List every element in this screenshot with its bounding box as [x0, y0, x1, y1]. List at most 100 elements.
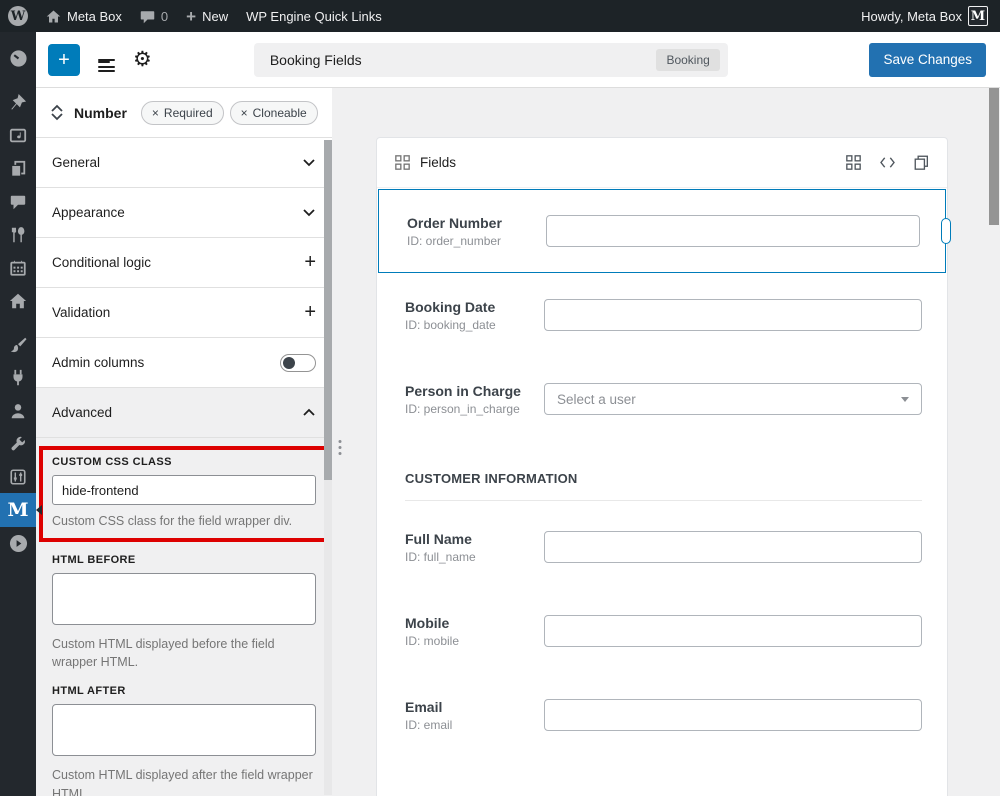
code-view-button[interactable]	[879, 156, 896, 169]
sidebar-item-wp-engine[interactable]	[0, 527, 36, 560]
comments-icon	[9, 193, 27, 211]
order-number-input[interactable]	[546, 215, 920, 247]
home-icon	[46, 9, 61, 24]
pages-icon	[9, 160, 27, 178]
custom-css-class-label: CUSTOM CSS CLASS	[52, 456, 316, 468]
fields-panel: Fields	[376, 137, 948, 796]
section-general[interactable]: General	[36, 138, 332, 188]
panel-resize-handle[interactable]	[332, 88, 348, 796]
sidebar-item-posts[interactable]	[0, 86, 36, 119]
field-row-mobile[interactable]: Mobile ID: mobile	[377, 589, 947, 673]
play-circle-icon	[9, 534, 28, 553]
preview-area: Fields	[348, 88, 988, 796]
selected-field-handle[interactable]	[941, 218, 951, 244]
sidebar-item-media[interactable]	[0, 119, 36, 152]
person-in-charge-select[interactable]: Select a user	[544, 383, 922, 415]
custom-css-class-help: Custom CSS class for the field wrapper d…	[52, 512, 316, 530]
sidebar-item-pages[interactable]	[0, 152, 36, 185]
calendar-icon	[9, 259, 27, 277]
account-menu[interactable]: Howdy, Meta Box M	[861, 6, 988, 26]
chip-required[interactable]: × Required	[141, 101, 224, 125]
html-after-textarea[interactable]	[52, 704, 316, 756]
sidebar-item-plugins[interactable]	[0, 361, 36, 394]
duplicate-icon	[914, 155, 929, 170]
wordpress-admin-screen: W Meta Box 0 + New WP Engine Quick Links…	[0, 0, 1000, 796]
dashboard-icon	[9, 49, 28, 68]
email-input[interactable]	[544, 699, 922, 731]
mobile-input[interactable]	[544, 615, 922, 647]
list-view-button[interactable]	[98, 56, 115, 63]
field-group-title: Booking Fields	[270, 52, 657, 68]
sidebar-item-dashboard[interactable]	[0, 42, 36, 75]
full-name-input[interactable]	[544, 531, 922, 563]
admin-columns-toggle[interactable]	[280, 354, 316, 372]
field-row-order-number[interactable]: Order Number ID: order_number	[378, 189, 946, 273]
field-row-full-name[interactable]: Full Name ID: full_name	[377, 505, 947, 589]
remove-icon[interactable]: ×	[152, 106, 159, 120]
sidebar-item-bookings[interactable]	[0, 251, 36, 284]
booking-date-input[interactable]	[544, 299, 922, 331]
html-before-group: HTML BEFORE Custom HTML displayed before…	[52, 554, 316, 671]
post-type-badge: Booking	[656, 49, 719, 71]
section-validation[interactable]: Validation +	[36, 288, 332, 338]
sidebar-item-comments[interactable]	[0, 185, 36, 218]
section-appearance[interactable]: Appearance	[36, 188, 332, 238]
sidebar-item-settings[interactable]	[0, 460, 36, 493]
avatar: M	[968, 6, 988, 26]
media-icon	[9, 127, 27, 145]
field-row-email[interactable]: Email ID: email	[377, 673, 947, 757]
save-changes-button[interactable]: Save Changes	[869, 43, 986, 77]
field-group-title-input[interactable]: Booking Fields Booking	[254, 43, 728, 77]
wordpress-menu[interactable]: W	[8, 6, 28, 26]
settings-gear-button[interactable]: ⚙	[133, 49, 152, 70]
custom-css-class-input[interactable]	[52, 475, 316, 505]
copy-button[interactable]	[914, 155, 929, 170]
sidebar-item-appearance[interactable]	[0, 328, 36, 361]
plus-icon: +	[304, 251, 316, 274]
sliders-icon	[9, 468, 27, 486]
sidebar-item-properties[interactable]	[0, 284, 36, 317]
section-conditional-logic[interactable]: Conditional logic +	[36, 238, 332, 288]
remove-icon[interactable]: ×	[241, 106, 248, 120]
settings-scrollbar-thumb[interactable]	[324, 140, 332, 480]
chip-cloneable[interactable]: × Cloneable	[230, 101, 318, 125]
section-admin-columns: Admin columns	[36, 338, 332, 388]
field-row-person-in-charge[interactable]: Person in Charge ID: person_in_charge Se…	[377, 357, 947, 441]
code-icon	[879, 156, 896, 169]
sidebar-item-users[interactable]	[0, 394, 36, 427]
section-advanced[interactable]: Advanced	[36, 388, 332, 438]
pushpin-icon	[9, 94, 27, 112]
admin-side-menu: M	[0, 32, 36, 796]
wp-engine-quick-links[interactable]: WP Engine Quick Links	[246, 9, 382, 24]
chevron-down-icon	[50, 113, 64, 121]
comments-count: 0	[161, 9, 168, 24]
chevron-up-icon	[50, 104, 64, 112]
site-name-link[interactable]: Meta Box	[46, 9, 122, 24]
comments-link[interactable]: 0	[140, 9, 168, 24]
new-content-menu[interactable]: + New	[186, 8, 228, 25]
meta-box-icon: M	[7, 499, 28, 521]
heading-divider	[405, 500, 922, 501]
grid-icon	[395, 155, 410, 170]
html-after-help: Custom HTML displayed after the field wr…	[52, 766, 316, 796]
wrench-icon	[9, 435, 27, 453]
grid-view-button[interactable]	[846, 155, 861, 170]
builder-content: Number × Required × Cloneable	[36, 88, 1000, 796]
chevron-up-icon	[302, 408, 316, 417]
page-scrollbar[interactable]	[988, 88, 1000, 796]
page-scrollbar-thumb[interactable]	[989, 88, 999, 225]
paintbrush-icon	[9, 336, 27, 354]
plus-icon: +	[304, 301, 316, 324]
active-item-arrow	[36, 505, 42, 515]
house-icon	[9, 292, 27, 310]
annotation-highlight-box: CUSTOM CSS CLASS Custom CSS class for th…	[39, 446, 329, 542]
html-before-textarea[interactable]	[52, 573, 316, 625]
reorder-field-control[interactable]	[50, 104, 64, 121]
grid-icon	[846, 155, 861, 170]
sidebar-item-meta-box[interactable]: M	[0, 493, 36, 527]
sidebar-item-restaurants[interactable]	[0, 218, 36, 251]
field-row-booking-date[interactable]: Booking Date ID: booking_date	[377, 273, 947, 357]
sidebar-item-tools[interactable]	[0, 427, 36, 460]
field-row-customer-information[interactable]: CUSTOMER INFORMATION	[377, 441, 947, 505]
add-field-button[interactable]: +	[48, 44, 80, 76]
